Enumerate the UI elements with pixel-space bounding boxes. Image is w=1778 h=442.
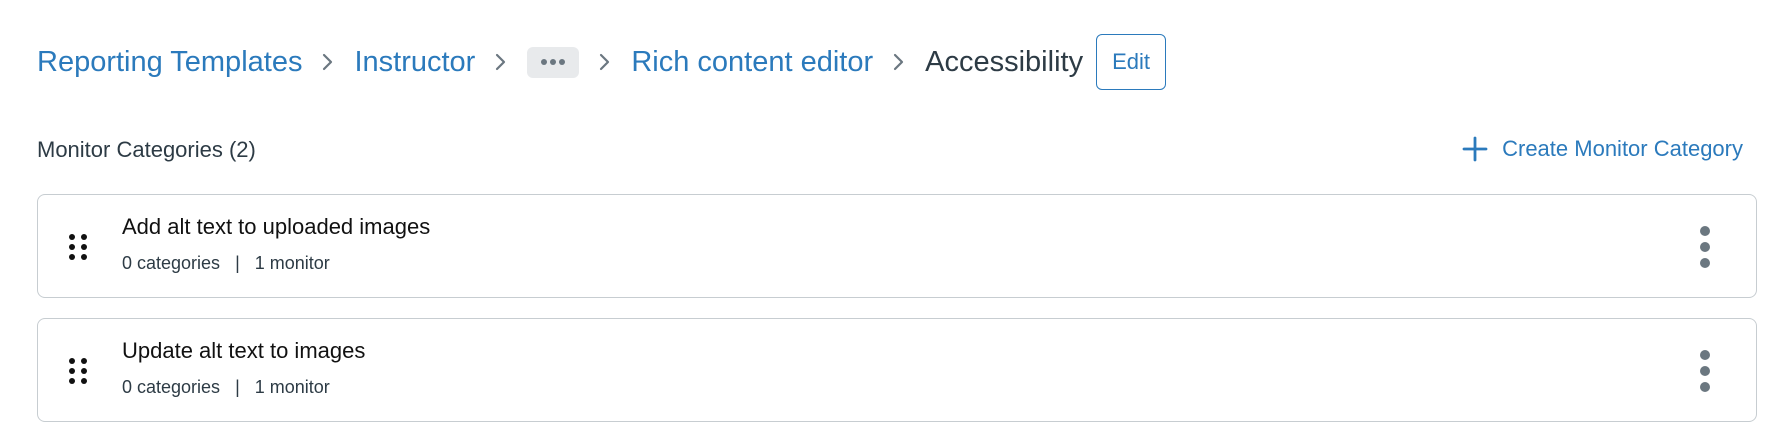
- page: Reporting Templates Instructor Rich cont…: [0, 0, 1778, 442]
- create-monitor-category-label: Create Monitor Category: [1502, 136, 1743, 161]
- more-horizontal-icon[interactable]: [527, 46, 580, 78]
- breadcrumb-link-reporting-templates[interactable]: Reporting Templates: [37, 46, 302, 79]
- plus-icon: [1462, 136, 1488, 162]
- monitors-count: 1 monitor: [254, 253, 330, 273]
- section-title: Monitor Categories (2): [37, 137, 256, 162]
- meta-separator: |: [235, 377, 240, 397]
- create-monitor-category-button[interactable]: Create Monitor Category: [1462, 136, 1743, 162]
- categories-count: 0 categories: [122, 253, 221, 273]
- drag-handle-icon[interactable]: [68, 233, 88, 261]
- chevron-right-icon: [579, 33, 631, 91]
- edit-button[interactable]: Edit: [1096, 34, 1166, 90]
- card-title: Update alt text to images: [122, 338, 366, 363]
- monitors-count: 1 monitor: [254, 377, 330, 397]
- monitor-category-card[interactable]: Add alt text to uploaded images 0 catego…: [37, 194, 1757, 298]
- breadcrumb-link-rich-content-editor[interactable]: Rich content editor: [631, 46, 873, 79]
- card-meta: 0 categories | 1 monitor: [122, 377, 330, 398]
- breadcrumb-current: Accessibility: [925, 45, 1084, 78]
- breadcrumb-link-instructor[interactable]: Instructor: [354, 46, 475, 79]
- chevron-right-icon: [302, 33, 354, 91]
- kebab-menu-icon[interactable]: [1698, 225, 1712, 269]
- card-title: Add alt text to uploaded images: [122, 214, 431, 239]
- categories-count: 0 categories: [122, 377, 221, 397]
- card-meta: 0 categories | 1 monitor: [122, 253, 330, 274]
- breadcrumb: Reporting Templates Instructor Rich cont…: [37, 33, 1166, 91]
- monitor-category-card[interactable]: Update alt text to images 0 categories |…: [37, 318, 1757, 422]
- chevron-right-icon: [475, 33, 527, 91]
- chevron-right-icon: [873, 33, 925, 91]
- meta-separator: |: [235, 253, 240, 273]
- drag-handle-icon[interactable]: [68, 357, 88, 385]
- kebab-menu-icon[interactable]: [1698, 349, 1712, 393]
